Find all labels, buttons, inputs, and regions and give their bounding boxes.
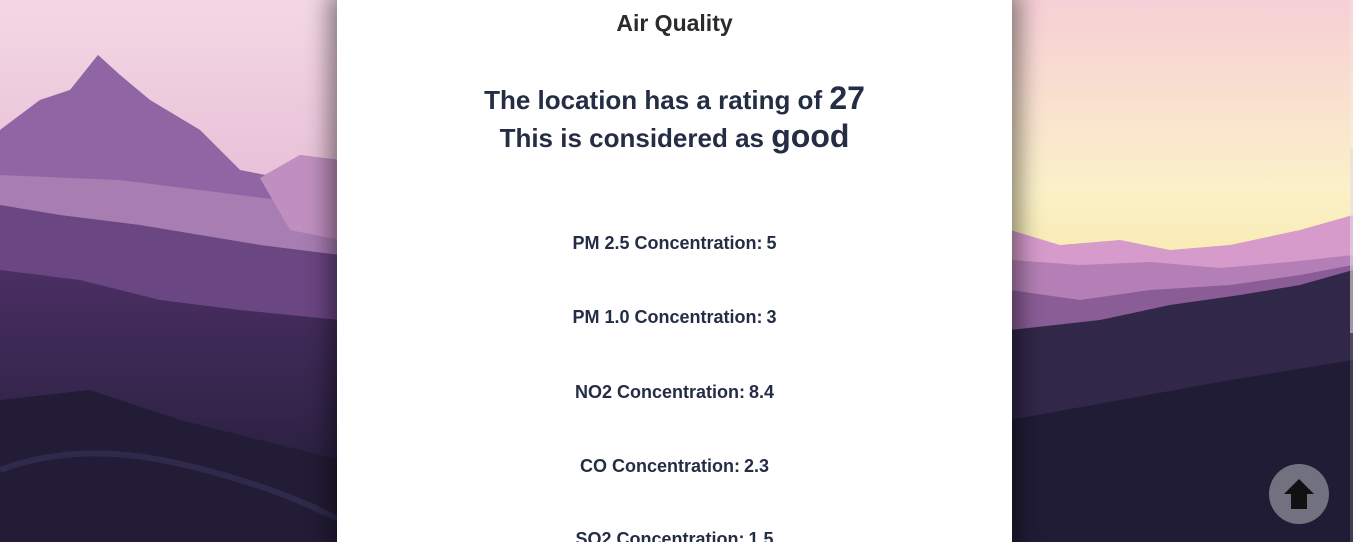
metric-no2: NO2 Concentration: 8.4	[337, 382, 1012, 403]
metric-value: 2.3	[743, 456, 770, 476]
metric-label: SO2 Concentration:	[575, 529, 745, 542]
rating-value: 27	[829, 80, 865, 116]
arrow-up-icon	[1284, 479, 1314, 509]
metric-value: 5	[766, 233, 777, 253]
rating-category-prefix: This is considered as	[499, 123, 764, 153]
air-quality-panel: Air Quality The location has a rating of…	[337, 0, 1012, 542]
metric-value: 8.4	[748, 382, 775, 402]
rating-line: The location has a rating of 27	[337, 80, 1012, 117]
metric-label: CO Concentration:	[579, 456, 740, 476]
metric-pm25: PM 2.5 Concentration: 5	[337, 233, 1012, 254]
back-to-top-button[interactable]	[1269, 464, 1329, 524]
metric-label: PM 1.0 Concentration:	[572, 307, 763, 327]
metric-pm10: PM 1.0 Concentration: 3	[337, 307, 1012, 328]
page: Air Quality The location has a rating of…	[0, 0, 1353, 542]
metric-value: 3	[766, 307, 777, 327]
page-title: Air Quality	[616, 10, 733, 36]
rating-category: good	[771, 118, 850, 154]
metric-label: NO2 Concentration:	[574, 382, 745, 402]
metric-value: 1.5	[748, 529, 774, 542]
metric-so2: SO2 Concentration: 1.5	[337, 529, 1012, 542]
rating-prefix: The location has a rating of	[484, 85, 823, 115]
rating-category-line: This is considered as good	[337, 118, 1012, 155]
metric-label: PM 2.5 Concentration:	[572, 233, 763, 253]
metric-co: CO Concentration: 2.3	[337, 456, 1012, 477]
